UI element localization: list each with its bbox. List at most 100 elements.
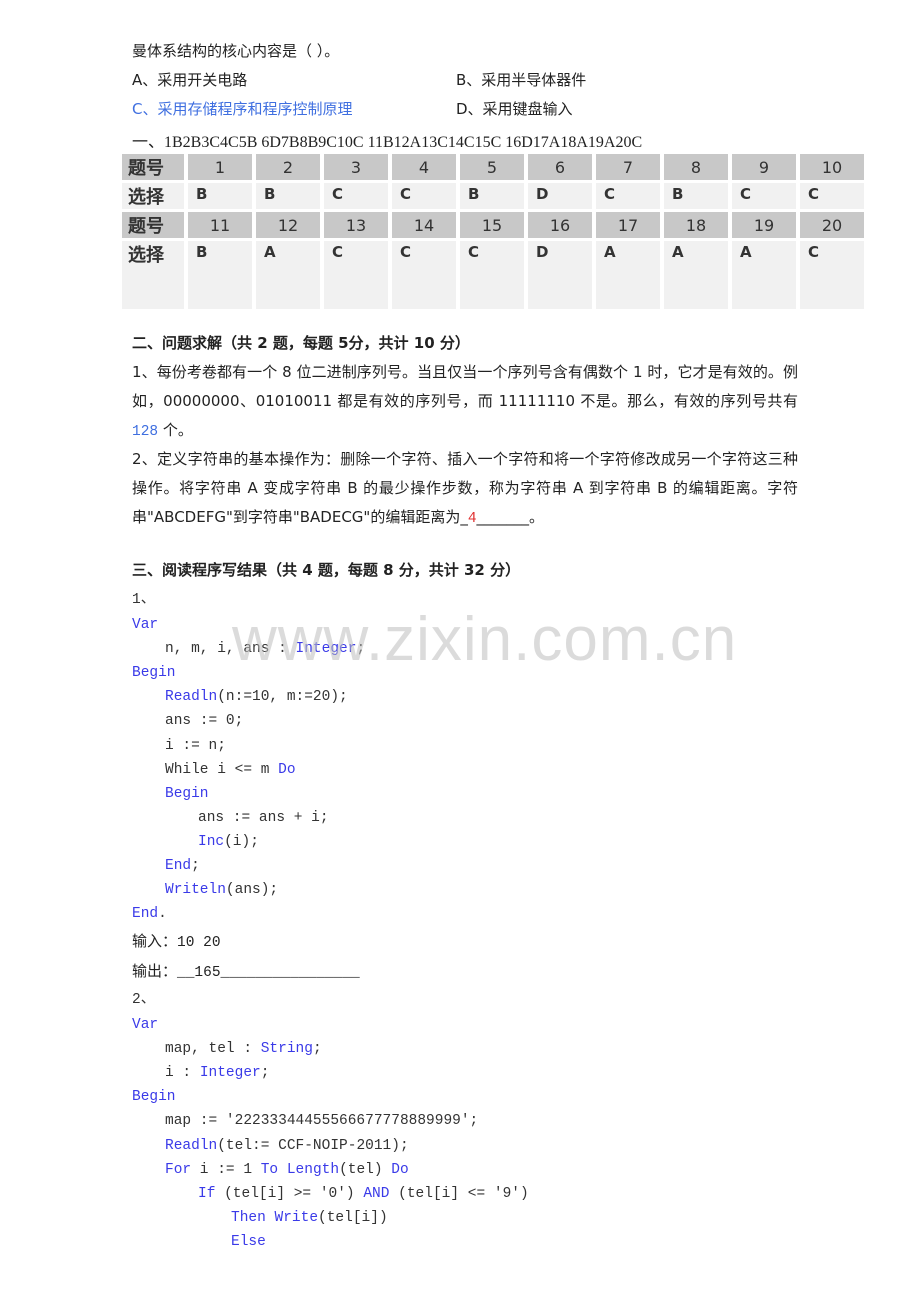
answer-choice: B [460, 183, 524, 209]
code-keyword: To [260, 1161, 279, 1178]
code-keyword: AND [363, 1185, 390, 1202]
section3-title: 三、阅读程序写结果（共 4 题，每题 8 分，共计 32 分） [132, 561, 521, 579]
input-label: 输入： [132, 932, 178, 950]
answer-choice: A [732, 241, 796, 309]
number-row-1: 题号 1 2 3 4 5 6 7 8 9 10 [122, 154, 864, 180]
q2-suffix: _______。 [476, 508, 545, 526]
code-line: map, tel : String; [165, 1039, 322, 1059]
code-text: . [158, 906, 167, 923]
output-value: __165________________ [177, 965, 360, 981]
code-line: Begin [165, 784, 209, 804]
answer-choice: C [732, 183, 796, 209]
code-line: Var [132, 615, 158, 635]
code-keyword: Begin [165, 785, 209, 802]
code-keyword: If [198, 1185, 216, 1202]
section2-q2: 2、定义字符串的基本操作为：删除一个字符、插入一个字符和将一个字符修改成另一个字… [132, 445, 798, 534]
answer-choice: B [188, 241, 252, 309]
question-number: 10 [800, 154, 864, 180]
question-number: 1 [188, 154, 252, 180]
input-value: 10 20 [177, 935, 221, 951]
code-line: Writeln(ans); [165, 880, 278, 900]
code-text: i := 1 [191, 1161, 261, 1178]
answer-choice: A [596, 241, 660, 309]
code-line: Else [231, 1232, 266, 1252]
question-intro: 曼体系结构的核心内容是（ ）。 [132, 42, 340, 60]
answer-choice: A [256, 241, 320, 309]
question-number: 18 [664, 212, 728, 238]
code-text: While i <= m [165, 761, 279, 778]
program1-number: 1、 [132, 592, 156, 608]
code-keyword: Writeln [165, 882, 226, 899]
answer-choice: C [800, 241, 864, 309]
row-label-number: 题号 [122, 212, 184, 238]
code-line: While i <= m Do [165, 760, 296, 780]
question-number: 4 [392, 154, 456, 180]
question-number: 6 [528, 154, 592, 180]
code-line: Inc(i); [198, 832, 259, 852]
code-line: Var [132, 1015, 158, 1035]
code-text: map, tel : [165, 1041, 261, 1058]
question-number: 5 [460, 154, 524, 180]
row-label-number: 题号 [122, 154, 184, 180]
question-number: 9 [732, 154, 796, 180]
question-number: 19 [732, 212, 796, 238]
code-keyword: Do [391, 1161, 409, 1178]
code-line: End. [132, 904, 167, 924]
question-number: 13 [324, 212, 388, 238]
code-keyword: Integer [199, 1065, 261, 1082]
code-text: (tel[i] >= '0') [215, 1185, 364, 1202]
code-keyword: Integer [295, 641, 357, 658]
code-text: ; [260, 1065, 270, 1082]
answer-choice: C [800, 183, 864, 209]
code-line: Readln(n:=10, m:=20); [165, 687, 348, 707]
q1-text: 1、每份考卷都有一个 8 位二进制序列号。当且仅当一个序列号含有偶数个 1 时，… [132, 363, 798, 410]
answer-choice: A [664, 241, 728, 309]
question-number: 2 [256, 154, 320, 180]
question-number: 14 [392, 212, 456, 238]
answer-table: 题号 1 2 3 4 5 6 7 8 9 10 选择 B B C C B D C… [118, 151, 868, 312]
question-number: 12 [256, 212, 320, 238]
option-d: D、采用键盘输入 [456, 100, 573, 118]
code-text: ans := ans + i; [198, 809, 329, 826]
program1-output: 输出：__165________________ [132, 961, 360, 983]
code-keyword: Begin [132, 665, 176, 682]
code-text: (tel:= CCF-NOIP-2011); [217, 1137, 409, 1154]
code-text: i : [165, 1065, 200, 1082]
code-text: n, m, i, ans : [165, 641, 296, 658]
code-keyword: Then [231, 1209, 266, 1226]
code-keyword: Readln [165, 689, 218, 706]
code-line: Then Write(tel[i]) [231, 1208, 388, 1228]
code-line: Begin [132, 1087, 176, 1107]
answer-choice: D [528, 183, 592, 209]
code-text: (n:=10, m:=20); [217, 689, 348, 706]
section2-title: 二、问题求解（共 2 题，每题 5分，共计 10 分） [132, 334, 470, 352]
question-number: 11 [188, 212, 252, 238]
code-text: ; [356, 641, 366, 658]
number-row-2: 题号 11 12 13 14 15 16 17 18 19 20 [122, 212, 864, 238]
code-line: If (tel[i] >= '0') AND (tel[i] <= '9') [198, 1184, 529, 1204]
q1-suffix: 个。 [158, 421, 193, 439]
code-text: (i); [224, 833, 259, 850]
answer-choice: C [324, 183, 388, 209]
question-number: 17 [596, 212, 660, 238]
row-label-choice: 选择 [122, 241, 184, 309]
answer-choice: B [256, 183, 320, 209]
answer-choice: B [664, 183, 728, 209]
code-keyword: Readln [165, 1137, 218, 1154]
question-number: 3 [324, 154, 388, 180]
question-number: 15 [460, 212, 524, 238]
section2-q1: 1、每份考卷都有一个 8 位二进制序列号。当且仅当一个序列号含有偶数个 1 时，… [132, 358, 798, 447]
choice-row-1: 选择 B B C C B D C B C C [122, 183, 864, 209]
q1-answer: 128 [132, 424, 159, 440]
question-number: 8 [664, 154, 728, 180]
code-text: i := n; [165, 737, 226, 754]
answer-choice: C [324, 241, 388, 309]
code-line: i : Integer; [165, 1063, 269, 1083]
code-line: map := '22233344455566677778889999'; [165, 1111, 478, 1131]
code-text: ans := 0; [165, 713, 244, 730]
code-line: ans := 0; [165, 711, 243, 731]
code-text: (tel[i]) [318, 1209, 388, 1226]
code-keyword: Do [278, 761, 296, 778]
question-number: 20 [800, 212, 864, 238]
code-keyword: Begin [132, 1089, 176, 1106]
